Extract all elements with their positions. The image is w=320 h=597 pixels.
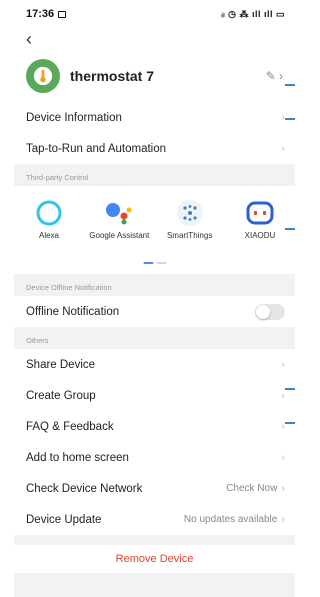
xiaodu-icon: [245, 198, 275, 228]
offline-notification-row: Offline Notification: [14, 296, 295, 327]
row-label: Device Information: [26, 111, 122, 124]
tp-label-smartthings: SmartThings: [166, 231, 213, 240]
row-faq-feedback[interactable]: FAQ & Feedback ›: [14, 411, 295, 442]
chevron-right-icon: ›: [281, 420, 285, 433]
carousel-dot: [156, 262, 166, 264]
tp-label-xiaodu: XIAODU: [244, 231, 276, 240]
row-label: Tap-to-Run and Automation: [26, 142, 167, 155]
offline-notification-toggle[interactable]: [255, 303, 285, 320]
section-label-others: Others: [26, 336, 49, 345]
chevron-right-icon: ›: [281, 142, 285, 155]
row-device-update[interactable]: Device Update No updates available ›: [14, 504, 295, 535]
row-label: FAQ & Feedback: [26, 420, 114, 433]
chevron-right-icon: ›: [281, 513, 285, 526]
chevron-right-icon: ›: [281, 111, 285, 124]
carousel-dots: [143, 262, 166, 264]
tp-item-google-assistant[interactable]: Google Assistant: [84, 198, 154, 241]
nav-bar: ‹: [14, 28, 295, 50]
row-label: Device Update: [26, 513, 102, 526]
device-settings-screen: 17:36 ᵢₗ ◷ ⁂ ıll ıll ▭ ‹ thermostat 7 ✎ …: [14, 0, 295, 597]
row-label: Share Device: [26, 358, 96, 371]
tp-item-alexa[interactable]: Alexa: [14, 198, 84, 241]
row-label: Add to home screen: [26, 451, 129, 464]
back-icon[interactable]: ‹: [26, 30, 32, 48]
carousel-dot: [143, 262, 153, 264]
third-party-control: Alexa Google Assistant SmartThings XIAOD…: [14, 186, 295, 274]
tp-item-smartthings[interactable]: SmartThings: [155, 198, 225, 241]
row-value: Check Now: [226, 483, 278, 494]
row-tap-to-run-and-automation[interactable]: Tap-to-Run and Automation ›: [14, 133, 295, 164]
rows-top: Device Information › Tap-to-Run and Automa…: [14, 102, 295, 164]
chevron-right-icon: ›: [281, 482, 285, 495]
row-share-device[interactable]: Share Device ›: [14, 349, 295, 380]
row-device-information[interactable]: Device Information ›: [14, 102, 295, 133]
notification-icon: [58, 10, 67, 18]
row-label: Create Group: [26, 389, 96, 402]
offline-notification-label: Offline Notification: [26, 305, 120, 318]
section-label-offline: Device Offline Notification: [26, 283, 112, 292]
row-create-group[interactable]: Create Group ›: [14, 380, 295, 411]
chevron-right-icon: ›: [281, 358, 285, 371]
status-icons: ᵢₗ ◷ ⁂ ıll ıll ▭: [221, 8, 285, 19]
remove-device-button[interactable]: Remove Device: [14, 545, 295, 573]
thermostat-icon: [26, 59, 60, 93]
rows-others: Share Device › Create Group › FAQ & Feedback…: [14, 349, 295, 535]
section-label-third-party: Third-party Control: [26, 173, 89, 182]
alexa-icon: [34, 198, 64, 228]
status-bar: 17:36 ᵢₗ ◷ ⁂ ıll ıll ▭: [14, 0, 295, 28]
row-value: No updates available: [183, 514, 278, 525]
device-name: thermostat 7: [70, 68, 155, 84]
chevron-right-icon: ›: [281, 451, 285, 464]
edit-icon[interactable]: ✎ ›: [266, 69, 283, 83]
row-label: Check Device Network: [26, 482, 143, 495]
tp-label-alexa: Alexa: [38, 231, 59, 240]
tp-item-xiaodu[interactable]: XIAODU: [225, 198, 295, 241]
status-time: 17:36: [26, 8, 55, 20]
tp-label-google-assistant: Google Assistant: [89, 231, 150, 240]
chevron-right-icon: ›: [281, 389, 285, 402]
row-check-device-network[interactable]: Check Device Network Check Now ›: [14, 473, 295, 504]
thermometer-icon: [33, 66, 53, 86]
device-header[interactable]: thermostat 7 ✎ ›: [14, 50, 295, 102]
google-assistant-icon: [104, 198, 134, 228]
row-add-to-home-screen[interactable]: Add to home screen ›: [14, 442, 295, 473]
smartthings-icon: [175, 198, 205, 228]
